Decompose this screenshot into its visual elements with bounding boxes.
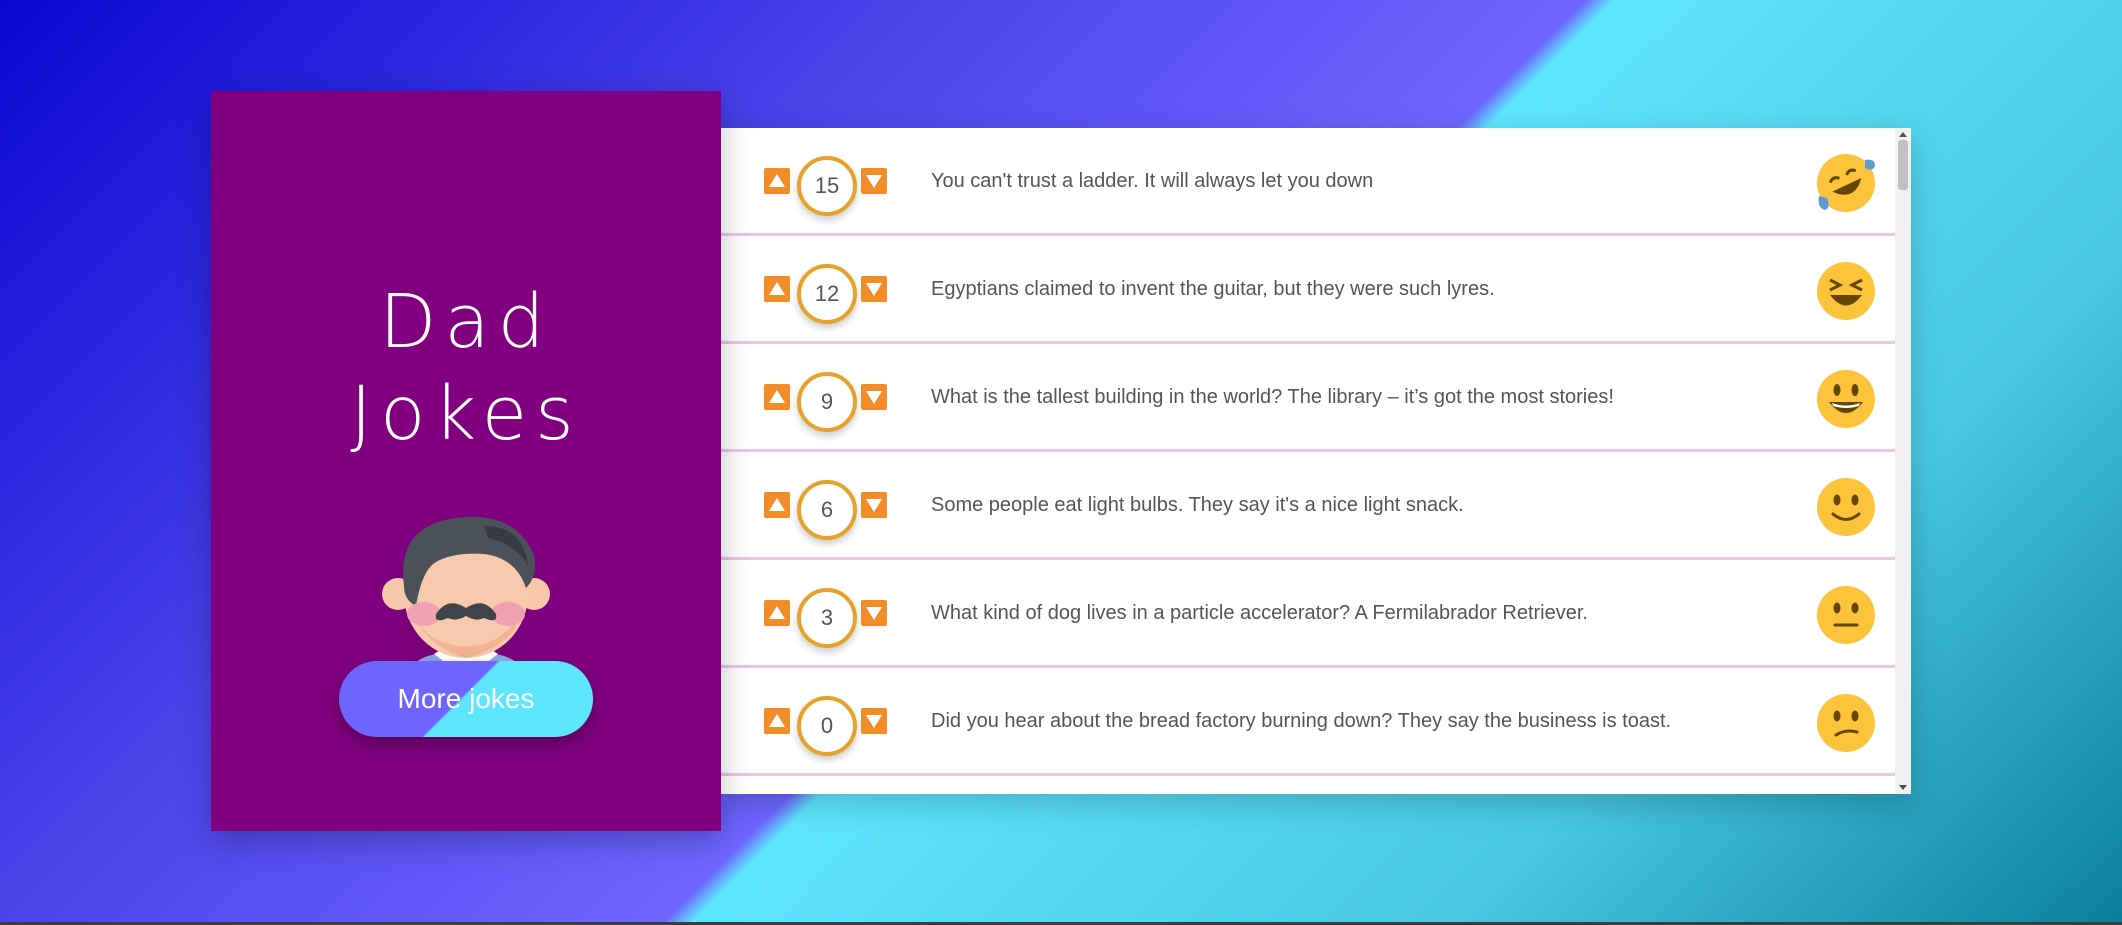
confused-face-icon bbox=[1817, 694, 1875, 752]
sidebar: Dad Jokes More jokes bbox=[211, 91, 721, 831]
joke-text: What kind of dog lives in a particle acc… bbox=[931, 602, 1588, 624]
joke-text: What is the tallest building in the worl… bbox=[931, 386, 1614, 408]
rolling-on-floor-laughing-icon bbox=[1817, 154, 1875, 212]
joke-row: 6 Some people eat light bulbs. They say … bbox=[721, 452, 1895, 560]
upvote-arrow-icon[interactable] bbox=[764, 168, 790, 194]
joke-score: 9 bbox=[797, 372, 857, 432]
jokes-list[interactable]: 15 You can't trust a ladder. It will alw… bbox=[721, 128, 1911, 794]
joke-text: Did you hear about the bread factory bur… bbox=[931, 710, 1672, 732]
joke-text: Egyptians claimed to invent the guitar, … bbox=[931, 278, 1495, 300]
title-line-2: Jokes bbox=[350, 371, 582, 457]
joke-score: 0 bbox=[797, 696, 857, 756]
downvote-arrow-icon[interactable] bbox=[861, 708, 887, 734]
upvote-arrow-icon[interactable] bbox=[764, 708, 790, 734]
laughing-squint-icon bbox=[1817, 262, 1875, 320]
joke-score: 12 bbox=[797, 264, 857, 324]
downvote-arrow-icon[interactable] bbox=[861, 276, 887, 302]
joke-row: 3 What kind of dog lives in a particle a… bbox=[721, 560, 1895, 668]
downvote-arrow-icon[interactable] bbox=[861, 168, 887, 194]
neutral-face-icon bbox=[1817, 586, 1875, 644]
joke-text: You can't trust a ladder. It will always… bbox=[931, 170, 1374, 192]
joke-score: 6 bbox=[797, 480, 857, 540]
joke-text: Some people eat light bulbs. They say it… bbox=[931, 494, 1464, 516]
scroll-down-arrow-icon[interactable] bbox=[1899, 785, 1907, 790]
more-jokes-button[interactable]: More jokes bbox=[339, 661, 593, 737]
joke-row: 12 Egyptians claimed to invent the guita… bbox=[721, 236, 1895, 344]
scroll-thumb[interactable] bbox=[1898, 140, 1908, 190]
joke-row: 15 You can't trust a ladder. It will alw… bbox=[721, 128, 1895, 236]
scroll-up-arrow-icon[interactable] bbox=[1899, 132, 1907, 137]
downvote-arrow-icon[interactable] bbox=[861, 384, 887, 410]
joke-row: 0 Did you hear about the bread factory b… bbox=[721, 668, 1895, 776]
jokes-scrollbar[interactable] bbox=[1895, 128, 1911, 794]
upvote-arrow-icon[interactable] bbox=[764, 384, 790, 410]
downvote-arrow-icon[interactable] bbox=[861, 600, 887, 626]
title-line-1: Dad bbox=[379, 279, 553, 365]
downvote-arrow-icon[interactable] bbox=[861, 492, 887, 518]
upvote-arrow-icon[interactable] bbox=[764, 276, 790, 302]
big-smile-icon bbox=[1817, 370, 1875, 428]
joke-score: 3 bbox=[797, 588, 857, 648]
upvote-arrow-icon[interactable] bbox=[764, 492, 790, 518]
joke-row: 9 What is the tallest building in the wo… bbox=[721, 344, 1895, 452]
slight-smile-icon bbox=[1817, 478, 1875, 536]
joke-score: 15 bbox=[797, 156, 857, 216]
upvote-arrow-icon[interactable] bbox=[764, 600, 790, 626]
page-title: Dad Jokes bbox=[211, 276, 721, 460]
